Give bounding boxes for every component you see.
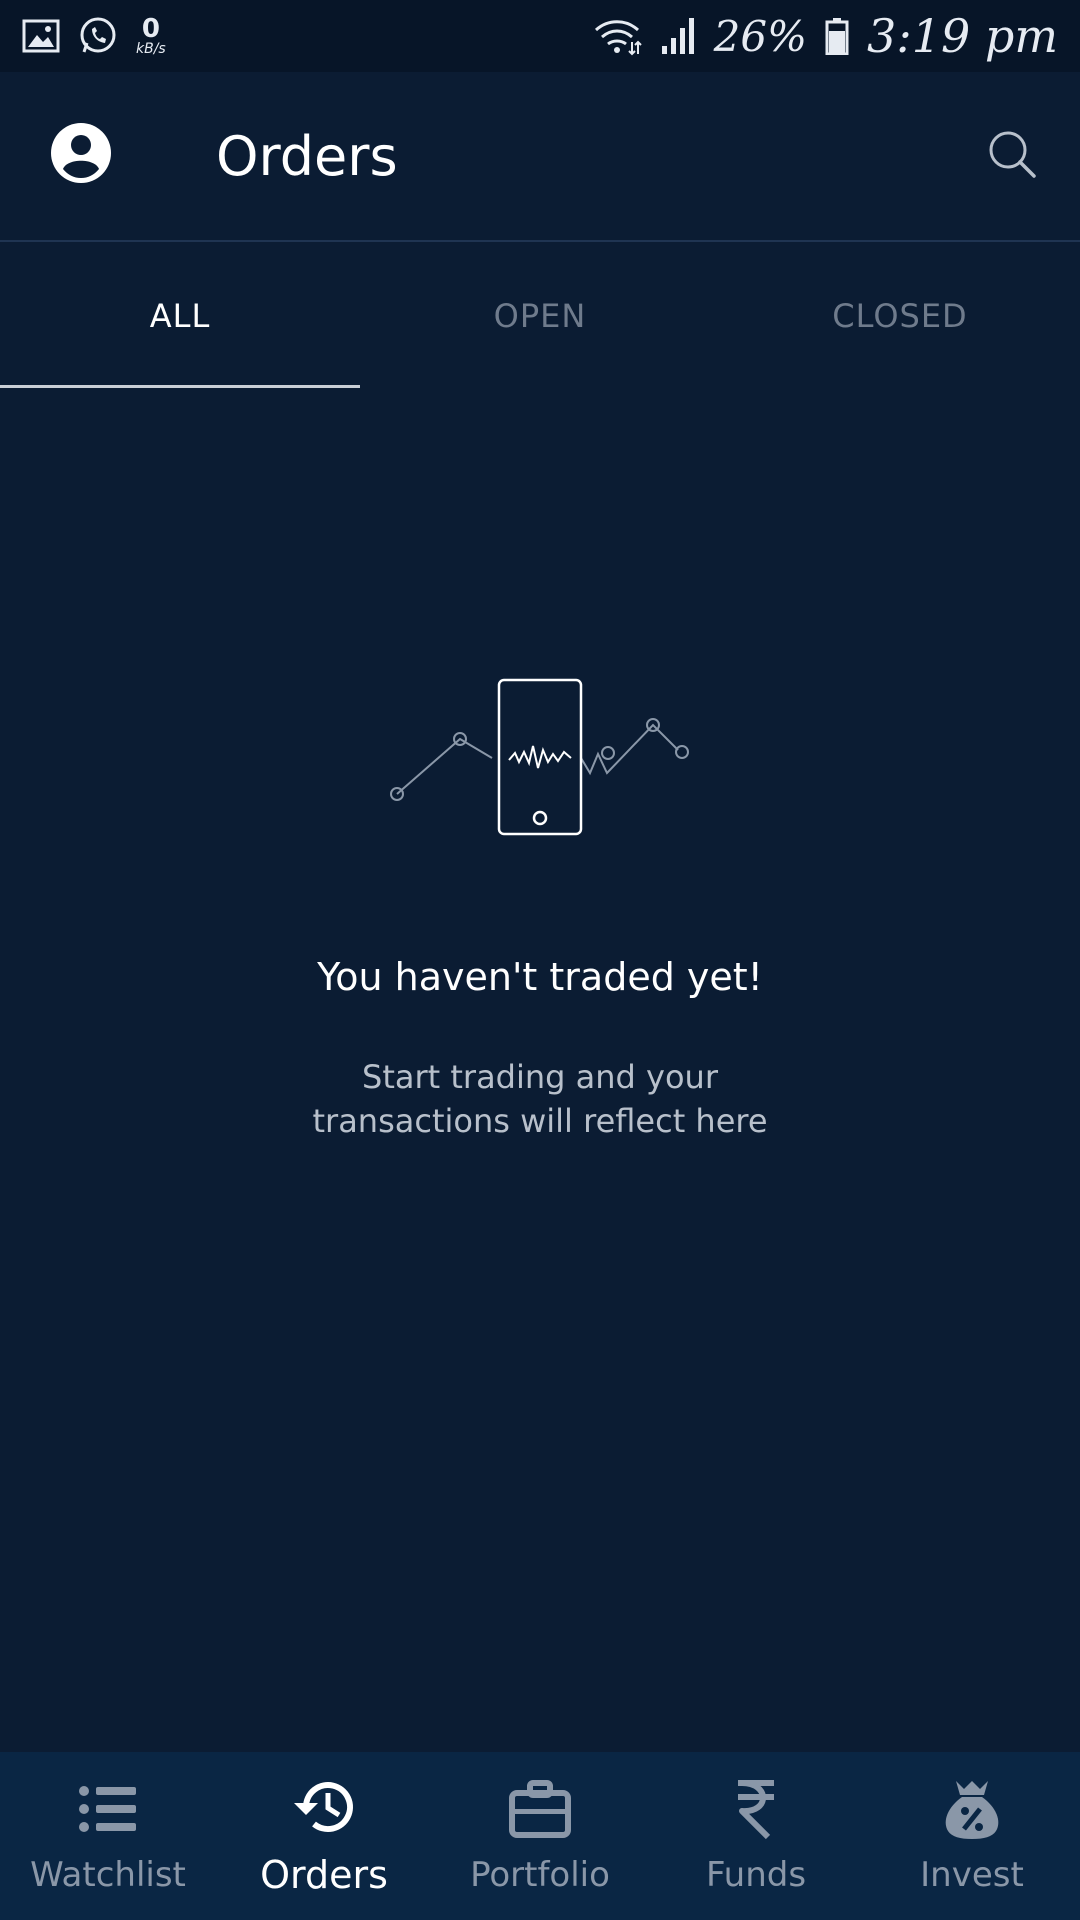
nav-label-funds: Funds [705,1855,807,1895]
empty-orders-illustration [390,678,689,836]
empty-state-subtitle: Start trading and your transactions will… [312,1058,768,1140]
nav-label-watchlist: Watchlist [30,1855,186,1895]
tab-open-label: OPEN [493,296,587,335]
nav-item-funds[interactable]: Funds [648,1752,864,1920]
network-speed-unit: kB/s [136,41,166,57]
history-icon [294,1782,353,1833]
tab-all[interactable]: ALL [0,243,360,388]
tab-open[interactable]: OPEN [360,243,720,388]
nav-item-orders[interactable]: Orders [216,1752,432,1920]
briefcase-icon [509,1780,571,1838]
nav-item-invest[interactable]: Invest [864,1752,1080,1920]
rupee-icon [738,1780,774,1840]
status-bar: 0 kB/s 26% 3:19 pm [0,0,1080,72]
whatsapp-notification-icon [80,17,116,53]
gallery-notification-icon [22,19,60,53]
nav-label-portfolio: Portfolio [470,1855,610,1895]
nav-label-orders: Orders [260,1853,388,1897]
app-header: Orders [0,72,1080,242]
money-bag-icon [945,1781,999,1839]
nav-label-invest: Invest [920,1855,1024,1895]
order-tabs: ALL OPEN CLOSED [0,243,1080,388]
bottom-nav: Watchlist Orders Portfolio Funds Invest [0,1752,1080,1920]
clock: 3:19 pm [867,9,1058,63]
page-title: Orders [216,125,398,188]
tab-closed[interactable]: CLOSED [720,243,1080,388]
orders-screen: 0 kB/s 26% 3:19 pm Orders ALL OPEN CLOSE… [0,0,1080,1920]
empty-state-title: You haven't traded yet! [317,955,763,999]
list-icon [79,1786,136,1832]
network-speed: 0 kB/s [136,16,166,56]
search-icon[interactable] [986,128,1038,180]
tab-closed-label: CLOSED [832,296,968,335]
network-speed-value: 0 [141,14,160,44]
battery-icon [825,18,849,55]
tab-all-label: ALL [149,296,211,335]
nav-item-watchlist[interactable]: Watchlist [0,1752,216,1920]
signal-icon [661,18,694,54]
wifi-icon [594,20,642,56]
profile-icon[interactable] [50,122,112,184]
status-bar-right: 26% 3:19 pm [592,9,1058,63]
nav-item-portfolio[interactable]: Portfolio [432,1752,648,1920]
status-bar-left: 0 kB/s [22,16,166,56]
battery-percent: 26% [713,11,807,61]
